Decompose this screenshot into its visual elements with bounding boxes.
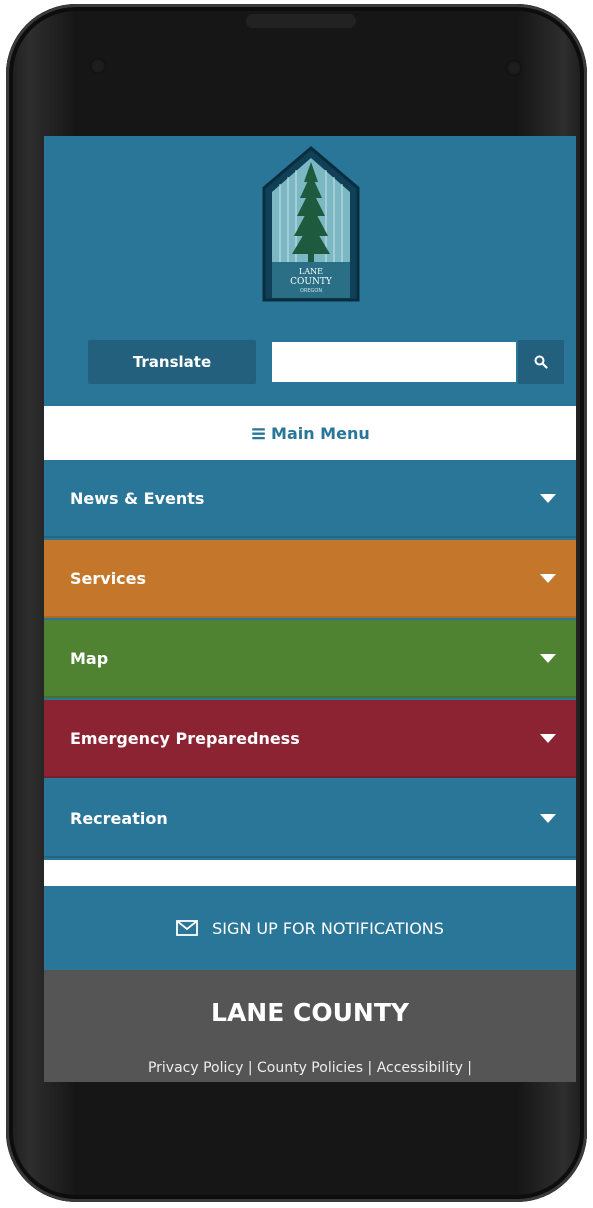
menu-item-label: Recreation <box>70 808 168 828</box>
signup-notifications-link[interactable]: SIGN UP FOR NOTIFICATIONS <box>44 886 576 970</box>
hamburger-icon: ≡ <box>250 421 268 445</box>
menu-item-label: Map <box>70 648 109 668</box>
site-footer: LANE COUNTY Privacy Policy | County Poli… <box>44 970 576 1082</box>
menu-item-services[interactable]: Services <box>44 540 576 618</box>
menu-item-emergency-preparedness[interactable]: Emergency Preparedness <box>44 700 576 778</box>
caret-down-icon <box>540 653 556 663</box>
screen: LANE COUNTY OREGON Translate ≡ Main Menu… <box>44 136 576 1082</box>
lane-county-logo[interactable]: LANE COUNTY OREGON <box>260 144 362 304</box>
menu-item-recreation[interactable]: Recreation <box>44 780 576 858</box>
spacer-band <box>44 860 576 886</box>
speaker-grille <box>246 14 356 28</box>
front-camera <box>90 58 106 74</box>
phone-frame: LANE COUNTY OREGON Translate ≡ Main Menu… <box>6 4 587 1202</box>
caret-down-icon <box>540 813 556 823</box>
search-icon <box>534 355 548 369</box>
main-menu-label: Main Menu <box>271 423 370 443</box>
caret-down-icon <box>540 493 556 503</box>
search-input[interactable] <box>272 342 516 382</box>
menu-item-map[interactable]: Map <box>44 620 576 698</box>
signup-label: SIGN UP FOR NOTIFICATIONS <box>212 918 444 938</box>
translate-button[interactable]: Translate <box>88 340 256 384</box>
sensor-dot <box>506 60 522 76</box>
logo-text-lane: LANE <box>299 267 323 276</box>
envelope-icon <box>176 920 198 936</box>
main-menu-toggle[interactable]: ≡ Main Menu <box>44 406 576 460</box>
footer-links[interactable]: Privacy Policy | County Policies | Acces… <box>44 1060 576 1076</box>
menu-item-news-events[interactable]: News & Events <box>44 460 576 538</box>
site-header: LANE COUNTY OREGON Translate <box>44 136 576 406</box>
footer-title: LANE COUNTY <box>211 998 409 1027</box>
logo-text-county: COUNTY <box>290 277 333 287</box>
logo-text-oregon: OREGON <box>300 288 322 294</box>
caret-down-icon <box>540 573 556 583</box>
caret-down-icon <box>540 733 556 743</box>
menu-item-label: Emergency Preparedness <box>70 728 300 748</box>
menu-item-label: News & Events <box>70 488 205 508</box>
menu-item-label: Services <box>70 568 147 588</box>
search-button[interactable] <box>518 340 564 384</box>
